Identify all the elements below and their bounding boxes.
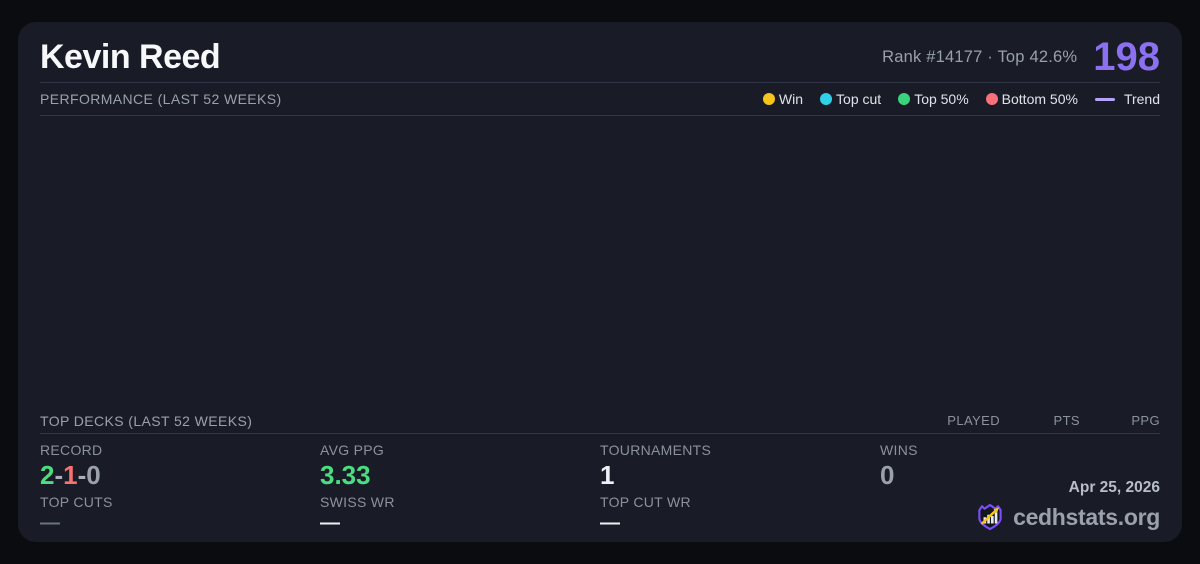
top-50-dot-icon [898, 93, 911, 105]
stat-record: RECORD 2-1-0 TOP CUTS — [40, 442, 320, 534]
top-cut-dot-icon [820, 93, 833, 105]
record-value: 2-1-0 [40, 460, 320, 491]
avg-ppg-value: 3.33 [320, 460, 371, 490]
column-pts: PTS [1053, 413, 1080, 428]
legend-label: Win [778, 91, 804, 107]
top-cut-wr-value: — [600, 511, 620, 534]
rank-line: Rank #14177 · Top 42.6% [882, 47, 1078, 66]
deck-column-headers: PLAYED PTS PPG [920, 413, 1160, 428]
stat-label: SWISS WR [320, 493, 395, 510]
record-separator: - [54, 460, 64, 490]
tournaments-value: 1 [600, 460, 615, 490]
stat-label: TOURNAMENTS [600, 442, 712, 458]
legend-item-top-cut: Top cut [820, 91, 881, 107]
legend-item-trend: Trend [1094, 91, 1160, 107]
points-value: 198 [1093, 35, 1160, 79]
stat-label: AVG PPG [320, 442, 385, 458]
top-decks-header-row: TOP DECKS (LAST 52 WEEKS) PLAYED PTS PPG [40, 408, 1160, 434]
performance-chart-area [40, 116, 1160, 408]
stat-label: RECORD [40, 442, 103, 458]
legend-label: Top cut [836, 91, 882, 107]
stat-tournaments: TOURNAMENTS 1 TOP CUT WR — [600, 442, 880, 534]
site-name: cedhstats.org [1013, 503, 1160, 530]
column-played: PLAYED [947, 413, 1000, 428]
player-stats-card: Kevin Reed Rank #14177 · Top 42.6% 198 P… [18, 22, 1182, 542]
bottom-50-dot-icon [985, 93, 998, 105]
swiss-wr-value: — [320, 511, 340, 534]
stat-label: TOP CUT WR [600, 493, 691, 510]
legend-item-bottom-50: Bottom 50% [985, 91, 1078, 107]
record-wins: 2 [40, 460, 55, 490]
legend-label: Trend [1123, 91, 1160, 107]
record-losses: 1 [63, 460, 78, 490]
performance-header-row: PERFORMANCE (LAST 52 WEEKS) Win Top cut … [40, 83, 1160, 116]
legend-label: Top 50% [914, 91, 969, 107]
stats-section: RECORD 2-1-0 TOP CUTS — AVG PPG 3.33 SWI… [40, 434, 1160, 542]
win-dot-icon [762, 93, 775, 105]
performance-title: PERFORMANCE (LAST 52 WEEKS) [40, 91, 282, 107]
trend-line-icon [1094, 97, 1115, 101]
card-header: Kevin Reed Rank #14177 · Top 42.6% 198 [40, 22, 1160, 83]
cedhstats-shield-logo-icon [978, 503, 1002, 531]
legend-item-win: Win [762, 91, 804, 107]
top-cuts-value: — [40, 511, 60, 534]
generated-date: Apr 25, 2026 [1068, 479, 1160, 496]
record-separator: - [77, 460, 87, 490]
player-name: Kevin Reed [40, 37, 221, 76]
legend-item-top-50: Top 50% [898, 91, 969, 107]
chart-legend: Win Top cut Top 50% Bottom 50% Trend [762, 91, 1160, 107]
stat-label: WINS [880, 442, 918, 458]
record-draws: 0 [86, 460, 101, 490]
stat-label: TOP CUTS [40, 493, 113, 510]
footer-branding: Apr 25, 2026 cedhstats.org [975, 479, 1160, 532]
column-ppg: PPG [1131, 413, 1160, 428]
legend-label: Bottom 50% [1001, 91, 1078, 107]
header-right: Rank #14177 · Top 42.6% 198 [882, 37, 1160, 77]
top-decks-title: TOP DECKS (LAST 52 WEEKS) [40, 412, 253, 429]
stat-avg-ppg: AVG PPG 3.33 SWISS WR — [320, 442, 600, 534]
site-branding-row: cedhstats.org [975, 502, 1160, 532]
